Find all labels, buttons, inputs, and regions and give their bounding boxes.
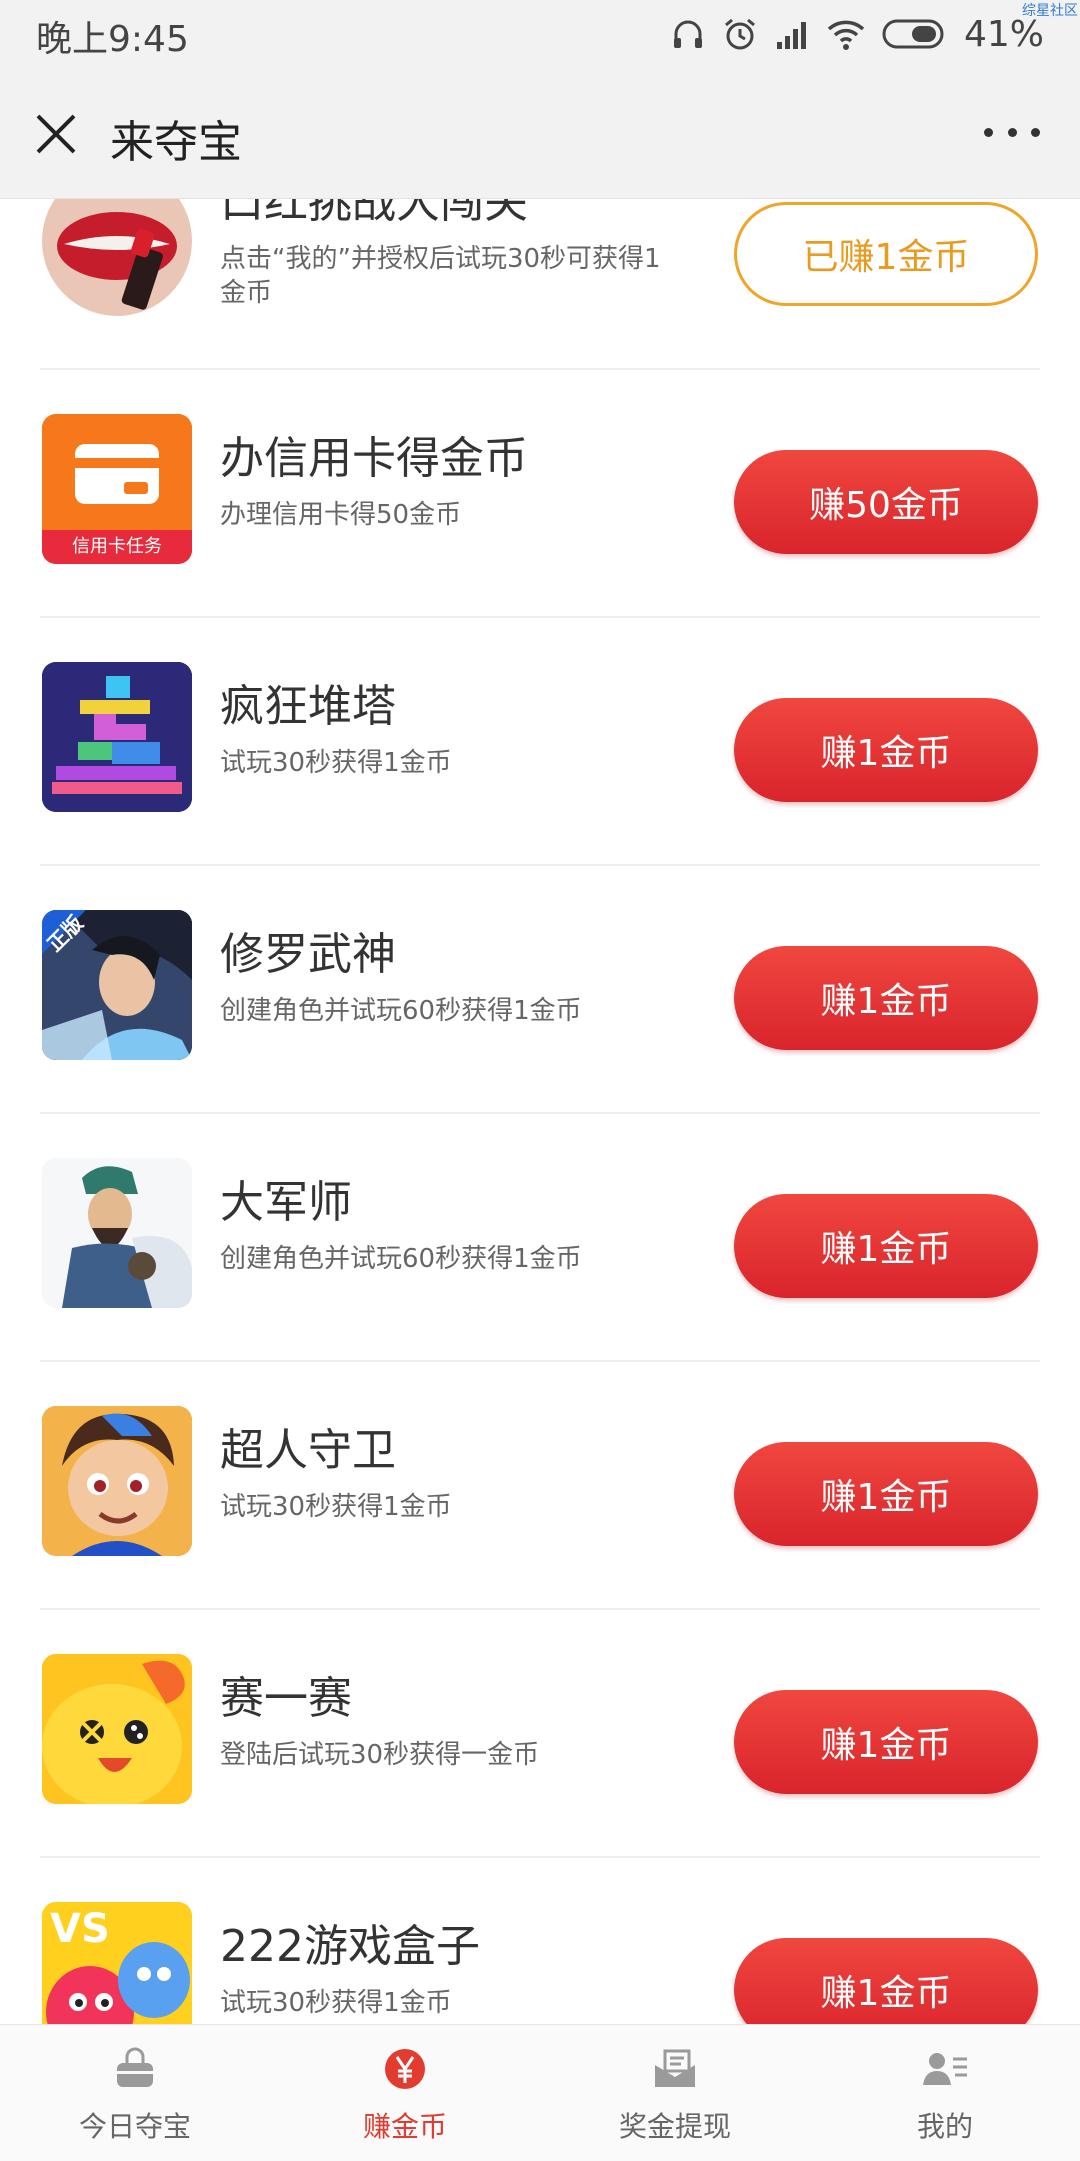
task-desc: 创建角色并试玩60秒获得1金币 <box>220 996 582 1026</box>
strategist-game-icon <box>42 1158 192 1308</box>
task-desc: 试玩30秒获得1金币 <box>220 1492 452 1522</box>
task-desc: 办理信用卡得50金币 <box>220 500 462 530</box>
tab-withdraw[interactable]: 奖金提现 <box>540 2025 810 2161</box>
earn-coin-button[interactable]: 赚50金币 <box>734 450 1038 554</box>
vs-badge: VS <box>50 1906 110 1952</box>
tab-label: 今日夺宝 <box>78 2110 191 2143</box>
earn-coin-button[interactable]: 赚1金币 <box>734 698 1038 802</box>
earn-coin-button[interactable]: 赚1金币 <box>734 1938 1038 2024</box>
task-desc: 试玩30秒获得1金币 <box>220 748 452 778</box>
superhero-game-icon <box>42 1406 192 1556</box>
status-icons: 41% <box>670 10 1044 58</box>
earn-coin-button[interactable]: 赚1金币 <box>734 946 1038 1050</box>
yen-coin-icon <box>385 2049 425 2089</box>
task-desc: 登陆后试玩30秒获得一金币 <box>220 1740 540 1770</box>
card-badge: 信用卡任务 <box>72 536 162 557</box>
task-name: 口红挑战大闯关 <box>220 198 528 228</box>
status-time: 晚上9:45 <box>36 19 189 60</box>
task-row[interactable]: 超人守卫 试玩30秒获得1金币 赚1金币 <box>0 1362 1080 1610</box>
more-options-icon[interactable] <box>984 122 1040 142</box>
task-name: 赛一赛 <box>220 1673 352 1724</box>
task-desc: 创建角色并试玩60秒获得1金币 <box>220 1244 582 1274</box>
task-name: 修罗武神 <box>220 929 396 980</box>
task-name: 疯狂堆塔 <box>220 681 396 732</box>
game-box-icon: VS <box>42 1902 192 2024</box>
lipstick-icon <box>42 198 192 316</box>
page-title: 来夺宝 <box>110 117 242 168</box>
task-row[interactable]: 信用卡任务 办信用卡得金币 办理信用卡得50金币 赚50金币 <box>0 370 1080 618</box>
task-row: 口红挑战大闯关 点击“我的”并授权后试玩30秒可获得1金币 已赚1金币 <box>0 198 1080 370</box>
profile-card-icon <box>923 2053 967 2085</box>
task-name: 超人守卫 <box>220 1425 396 1476</box>
task-row[interactable]: 赛一赛 登陆后试玩30秒获得一金币 赚1金币 <box>0 1610 1080 1858</box>
earn-coin-button[interactable]: 赚1金币 <box>734 1194 1038 1298</box>
wallet-icon <box>655 2049 695 2087</box>
alarm-icon <box>725 18 755 50</box>
chick-game-icon <box>42 1654 192 1804</box>
task-row[interactable]: 疯狂堆塔 试玩30秒获得1金币 赚1金币 <box>0 618 1080 866</box>
task-desc: 点击“我的”并授权后试玩30秒可获得1金币 <box>220 244 661 308</box>
task-name: 办信用卡得金币 <box>220 433 528 484</box>
task-row[interactable]: 大军师 创建角色并试玩60秒获得1金币 赚1金币 <box>0 1114 1080 1362</box>
bottom-tab-bar: 今日夺宝 赚金币 奖金提现 我的 <box>0 2024 1080 2161</box>
credit-card-icon: 信用卡任务 <box>42 414 192 564</box>
tab-label: 我的 <box>916 2110 973 2143</box>
tab-label: 赚金币 <box>362 2110 447 2143</box>
earn-coin-button[interactable]: 赚1金币 <box>734 1442 1038 1546</box>
task-row[interactable]: 正版 修罗武神 创建角色并试玩60秒获得1金币 赚1金币 <box>0 866 1080 1114</box>
task-name: 大军师 <box>220 1177 352 1228</box>
status-bar: 晚上9:45 41% 综星社区 <box>0 0 1080 70</box>
nav-bar: 来夺宝 <box>0 70 1080 199</box>
battery-icon <box>882 19 944 49</box>
tab-mine[interactable]: 我的 <box>810 2025 1080 2161</box>
tab-label: 奖金提现 <box>618 2110 731 2143</box>
task-list: 口红挑战大闯关 点击“我的”并授权后试玩30秒可获得1金币 已赚1金币 信用卡任… <box>0 198 1080 2024</box>
shopping-bag-icon <box>117 2047 153 2087</box>
earn-coin-button[interactable]: 赚1金币 <box>734 1690 1038 1794</box>
headphones-icon <box>673 20 702 48</box>
tab-earn-coins[interactable]: 赚金币 <box>270 2025 540 2161</box>
task-desc: 试玩30秒获得1金币 <box>220 1988 452 2018</box>
wifi-icon <box>827 20 865 50</box>
task-row[interactable]: VS 222游戏盒子 试玩30秒获得1金币 赚1金币 <box>0 1858 1080 2024</box>
tower-stack-game-icon <box>42 662 192 812</box>
tab-today-treasure[interactable]: 今日夺宝 <box>0 2025 270 2161</box>
earned-coin-button[interactable]: 已赚1金币 <box>734 202 1038 306</box>
watermark: 综星社区 <box>1022 3 1078 19</box>
signal-icon <box>776 22 806 49</box>
close-icon[interactable] <box>34 112 78 156</box>
warrior-game-icon: 正版 <box>42 910 192 1060</box>
task-name: 222游戏盒子 <box>220 1921 480 1972</box>
